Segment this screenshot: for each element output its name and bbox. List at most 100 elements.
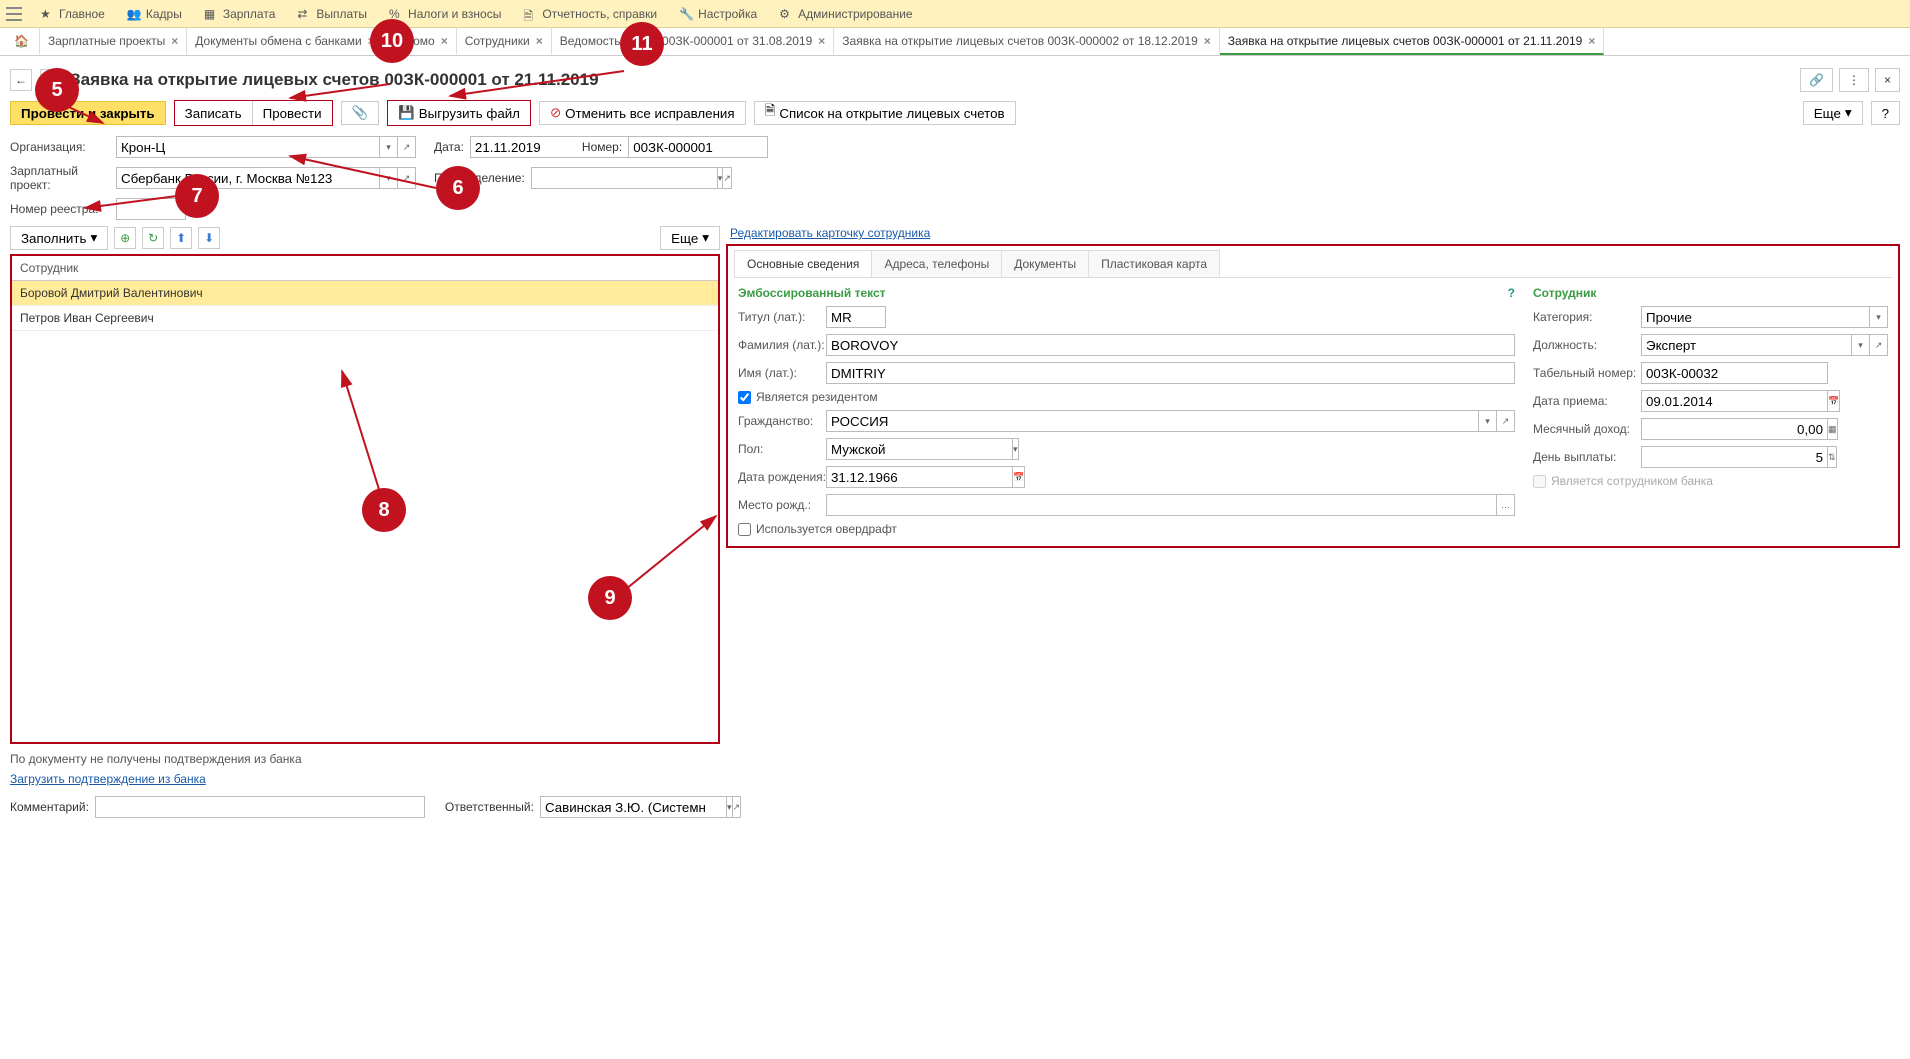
export-button[interactable]: 💾Выгрузить файл: [388, 101, 530, 125]
registry-input[interactable]: [116, 198, 186, 220]
project-input[interactable]: [116, 167, 380, 189]
post-button[interactable]: Провести: [253, 101, 332, 125]
add-button[interactable]: ⊕: [114, 227, 136, 249]
category-dropdown[interactable]: ▾: [1870, 306, 1888, 328]
birthplace-input[interactable]: [826, 494, 1497, 516]
rtab-card[interactable]: Пластиковая карта: [1088, 250, 1220, 277]
load-confirm-link[interactable]: Загрузить подтверждение из банка: [10, 772, 206, 786]
division-input[interactable]: [531, 167, 718, 189]
account-list-button[interactable]: 🗎Список на открытие лицевых счетов: [754, 101, 1016, 125]
tabnum-input[interactable]: [1641, 362, 1828, 384]
close-icon[interactable]: ×: [1204, 34, 1211, 48]
help-button[interactable]: ?: [1871, 101, 1900, 125]
division-open[interactable]: ↗: [723, 167, 732, 189]
rtab-docs[interactable]: Документы: [1001, 250, 1089, 277]
edit-card-link[interactable]: Редактировать карточку сотрудника: [730, 226, 930, 240]
kebab-button[interactable]: ⋮: [1839, 68, 1869, 92]
col-employee: Сотрудник: [12, 256, 718, 281]
title-input[interactable]: [826, 306, 886, 328]
tab-6[interactable]: Заявка на открытие лицевых счетов 00ЗК-0…: [834, 28, 1219, 55]
citizenship-open[interactable]: ↗: [1497, 410, 1515, 432]
responsible-input[interactable]: [540, 796, 727, 818]
category-input[interactable]: [1641, 306, 1870, 328]
sex-dropdown[interactable]: ▾: [1013, 438, 1019, 460]
attach-button[interactable]: 📎: [341, 101, 380, 125]
responsible-open[interactable]: ↗: [733, 796, 742, 818]
link-button[interactable]: 🔗: [1800, 68, 1833, 92]
birthdate-input[interactable]: [826, 466, 1013, 488]
income-input[interactable]: [1641, 418, 1828, 440]
close-icon[interactable]: ×: [536, 34, 543, 48]
project-open[interactable]: ↗: [398, 167, 416, 189]
table-row[interactable]: Боровой Дмитрий Валентинович: [12, 281, 718, 306]
tab-home[interactable]: 🏠: [4, 28, 40, 55]
close-icon: ×: [1884, 73, 1891, 87]
forward-button[interactable]: →: [40, 69, 62, 91]
tab-5[interactable]: Ведомость в банк 00ЗК-000001 от 31.08.20…: [552, 28, 835, 55]
menu-nalogi[interactable]: %Налоги и взносы: [379, 3, 511, 25]
close-icon[interactable]: ×: [818, 34, 825, 48]
tab-4[interactable]: Сотрудники×: [457, 28, 552, 55]
up-button[interactable]: ⬆: [170, 227, 192, 249]
sex-label: Пол:: [738, 442, 826, 456]
num-input[interactable]: [628, 136, 768, 158]
org-open[interactable]: ↗: [398, 136, 416, 158]
position-input[interactable]: [1641, 334, 1852, 356]
left-more-button[interactable]: Еще ▾: [660, 226, 720, 250]
tab-2[interactable]: Документы обмена с банками×: [187, 28, 383, 55]
rtab-addr[interactable]: Адреса, телефоны: [871, 250, 1002, 277]
more-button[interactable]: Еще ▾: [1803, 101, 1863, 125]
menu-vyplaty[interactable]: ⇄Выплаты: [287, 3, 377, 25]
menu-reports[interactable]: 🗎Отчетность, справки: [513, 3, 667, 25]
tab-1[interactable]: Зарплатные проекты×: [40, 28, 187, 55]
back-button[interactable]: ←: [10, 69, 32, 91]
down-button[interactable]: ⬇: [198, 227, 220, 249]
firstname-label: Имя (лат.):: [738, 366, 826, 380]
position-open[interactable]: ↗: [1870, 334, 1888, 356]
close-icon[interactable]: ×: [171, 34, 178, 48]
overdraft-checkbox[interactable]: [738, 523, 751, 536]
org-input[interactable]: [116, 136, 380, 158]
resident-checkbox[interactable]: [738, 391, 751, 404]
project-dropdown[interactable]: ▾: [380, 167, 398, 189]
hamburger-icon[interactable]: [6, 7, 22, 21]
table-row[interactable]: Петров Иван Сергеевич: [12, 306, 718, 331]
org-label: Организация:: [10, 140, 110, 154]
calc-icon[interactable]: ▦: [1828, 418, 1838, 440]
save-close-button[interactable]: Провести и закрыть: [10, 101, 166, 125]
firstname-input[interactable]: [826, 362, 1515, 384]
position-dropdown[interactable]: ▾: [1852, 334, 1870, 356]
close-button[interactable]: ×: [1875, 68, 1900, 92]
payday-input[interactable]: [1641, 446, 1828, 468]
calendar-icon[interactable]: 📅: [1013, 466, 1025, 488]
menu-zarplata[interactable]: ▦Зарплата: [194, 3, 286, 25]
citizenship-dropdown[interactable]: ▾: [1479, 410, 1497, 432]
date-label: Дата:: [434, 140, 464, 154]
menu-admin[interactable]: ⚙Администрирование: [769, 3, 922, 25]
help-icon[interactable]: ?: [1508, 286, 1515, 300]
sex-input[interactable]: [826, 438, 1013, 460]
citizenship-input[interactable]: [826, 410, 1479, 432]
stepper-icon[interactable]: ⇅: [1828, 446, 1837, 468]
menu-kadry[interactable]: 👥Кадры: [117, 3, 192, 25]
birthplace-open[interactable]: …: [1497, 494, 1515, 516]
tab-3[interactable]: Ведомо×: [384, 28, 457, 55]
calendar-icon[interactable]: 📅: [1828, 390, 1840, 412]
comment-input[interactable]: [95, 796, 425, 818]
menu-main[interactable]: ★Главное: [30, 3, 115, 25]
cancel-fixes-button[interactable]: ⊘Отменить все исправления: [539, 101, 746, 125]
write-button[interactable]: Записать: [175, 101, 253, 125]
resident-label: Является резидентом: [756, 390, 878, 404]
close-icon[interactable]: ×: [1588, 34, 1595, 48]
lastname-input[interactable]: [826, 334, 1515, 356]
rtab-main[interactable]: Основные сведения: [734, 250, 872, 277]
refresh-button[interactable]: ↻: [142, 227, 164, 249]
close-icon[interactable]: ×: [441, 34, 448, 48]
page-title: Заявка на открытие лицевых счетов 00ЗК-0…: [70, 70, 599, 90]
close-icon[interactable]: ×: [368, 34, 375, 48]
hiredate-input[interactable]: [1641, 390, 1828, 412]
tab-7-active[interactable]: Заявка на открытие лицевых счетов 00ЗК-0…: [1220, 28, 1605, 55]
fill-button[interactable]: Заполнить ▾: [10, 226, 108, 250]
menu-settings[interactable]: 🔧Настройка: [669, 3, 767, 25]
org-dropdown[interactable]: ▾: [380, 136, 398, 158]
